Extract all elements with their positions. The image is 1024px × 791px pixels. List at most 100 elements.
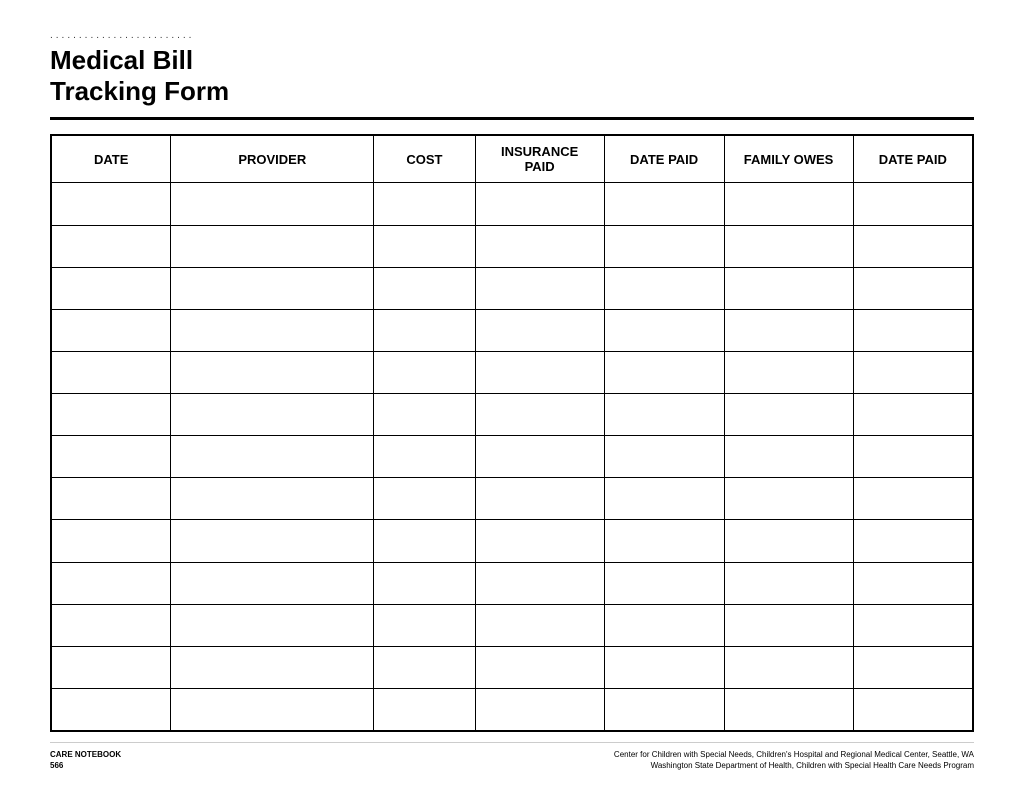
table-cell[interactable]	[374, 688, 475, 730]
table-cell[interactable]	[853, 351, 973, 393]
table-cell[interactable]	[171, 478, 374, 520]
table-cell[interactable]	[51, 225, 171, 267]
table-cell[interactable]	[475, 478, 604, 520]
table-cell[interactable]	[724, 562, 853, 604]
table-cell[interactable]	[475, 604, 604, 646]
table-cell[interactable]	[171, 562, 374, 604]
table-cell[interactable]	[475, 351, 604, 393]
table-cell[interactable]	[604, 646, 724, 688]
col-header-insurance-paid: INSURANCEPAID	[475, 135, 604, 183]
table-cell[interactable]	[724, 267, 853, 309]
table-cell[interactable]	[853, 267, 973, 309]
footer-left: CARE NOTEBOOK 566	[50, 749, 121, 771]
table-cell[interactable]	[374, 520, 475, 562]
table-cell[interactable]	[171, 351, 374, 393]
table-cell[interactable]	[853, 562, 973, 604]
table-cell[interactable]	[724, 183, 853, 225]
table-cell[interactable]	[604, 183, 724, 225]
table-cell[interactable]	[604, 436, 724, 478]
table-cell[interactable]	[604, 604, 724, 646]
table-cell[interactable]	[724, 394, 853, 436]
table-cell[interactable]	[853, 436, 973, 478]
table-cell[interactable]	[374, 604, 475, 646]
table-cell[interactable]	[374, 562, 475, 604]
table-cell[interactable]	[724, 646, 853, 688]
table-cell[interactable]	[724, 478, 853, 520]
table-cell[interactable]	[475, 225, 604, 267]
table-cell[interactable]	[724, 604, 853, 646]
table-cell[interactable]	[604, 394, 724, 436]
table-cell[interactable]	[604, 688, 724, 730]
table-cell[interactable]	[853, 225, 973, 267]
table-cell[interactable]	[475, 436, 604, 478]
col-header-date-paid-1: DATE PAID	[604, 135, 724, 183]
table-cell[interactable]	[475, 646, 604, 688]
table-cell[interactable]	[171, 225, 374, 267]
table-cell[interactable]	[604, 351, 724, 393]
table-cell[interactable]	[475, 520, 604, 562]
table-cell[interactable]	[604, 267, 724, 309]
table-cell[interactable]	[51, 351, 171, 393]
table-cell[interactable]	[853, 183, 973, 225]
table-cell[interactable]	[171, 309, 374, 351]
table-cell[interactable]	[853, 478, 973, 520]
table-cell[interactable]	[475, 183, 604, 225]
table-cell[interactable]	[171, 267, 374, 309]
table-cell[interactable]	[51, 183, 171, 225]
table-cell[interactable]	[475, 562, 604, 604]
table-cell[interactable]	[853, 646, 973, 688]
table-cell[interactable]	[604, 520, 724, 562]
table-cell[interactable]	[374, 646, 475, 688]
table-cell[interactable]	[604, 309, 724, 351]
table-cell[interactable]	[171, 183, 374, 225]
col-header-family-owes: FAMILY OWES	[724, 135, 853, 183]
table-cell[interactable]	[374, 267, 475, 309]
table-cell[interactable]	[51, 604, 171, 646]
footer-org-line2: Washington State Department of Health, C…	[614, 760, 974, 771]
table-cell[interactable]	[171, 520, 374, 562]
table-cell[interactable]	[853, 520, 973, 562]
table-cell[interactable]	[724, 351, 853, 393]
table-cell[interactable]	[374, 309, 475, 351]
table-cell[interactable]	[51, 478, 171, 520]
table-cell[interactable]	[475, 267, 604, 309]
table-cell[interactable]	[51, 688, 171, 730]
table-cell[interactable]	[51, 520, 171, 562]
table-body	[51, 183, 973, 731]
table-cell[interactable]	[604, 478, 724, 520]
table-cell[interactable]	[374, 394, 475, 436]
table-cell[interactable]	[51, 562, 171, 604]
table-cell[interactable]	[51, 267, 171, 309]
table-cell[interactable]	[724, 520, 853, 562]
table-cell[interactable]	[475, 394, 604, 436]
table-cell[interactable]	[853, 604, 973, 646]
table-cell[interactable]	[374, 183, 475, 225]
table-row	[51, 225, 973, 267]
table-cell[interactable]	[51, 309, 171, 351]
table-cell[interactable]	[604, 562, 724, 604]
table-cell[interactable]	[374, 351, 475, 393]
table-cell[interactable]	[171, 394, 374, 436]
table-cell[interactable]	[51, 436, 171, 478]
table-cell[interactable]	[374, 436, 475, 478]
table-cell[interactable]	[604, 225, 724, 267]
table-cell[interactable]	[171, 436, 374, 478]
table-cell[interactable]	[724, 225, 853, 267]
table-cell[interactable]	[475, 688, 604, 730]
table-cell[interactable]	[51, 394, 171, 436]
table-cell[interactable]	[724, 688, 853, 730]
table-cell[interactable]	[724, 309, 853, 351]
table-cell[interactable]	[171, 688, 374, 730]
table-cell[interactable]	[724, 436, 853, 478]
table-cell[interactable]	[853, 688, 973, 730]
table-cell[interactable]	[374, 478, 475, 520]
table-cell[interactable]	[171, 604, 374, 646]
table-cell[interactable]	[853, 394, 973, 436]
table-cell[interactable]	[374, 225, 475, 267]
table-cell[interactable]	[51, 646, 171, 688]
table-cell[interactable]	[475, 309, 604, 351]
table-cell[interactable]	[171, 646, 374, 688]
table-row	[51, 436, 973, 478]
col-header-date-paid-2: DATE PAID	[853, 135, 973, 183]
table-cell[interactable]	[853, 309, 973, 351]
